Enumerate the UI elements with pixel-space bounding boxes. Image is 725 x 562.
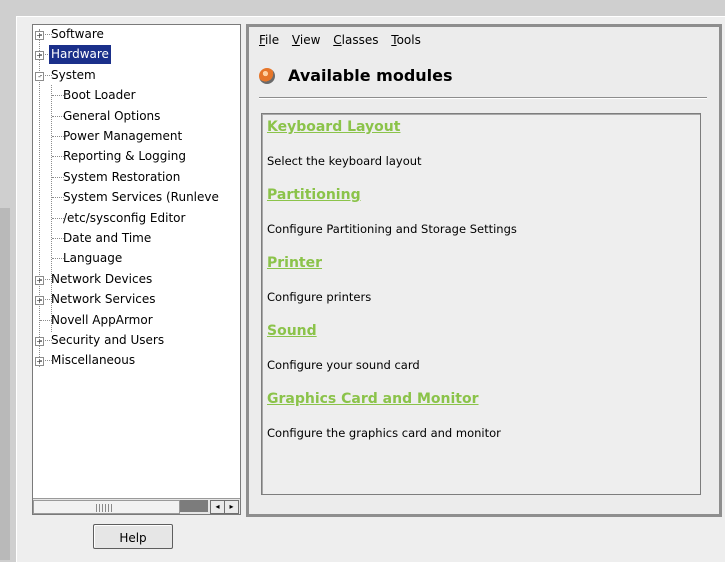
module-category-tree[interactable]: + Software + Hardware - System Boot Loader Gene… [32, 24, 241, 515]
module-entry: Graphics Card and Monitor Configure the g… [267, 391, 501, 440]
tree-item-label: Miscellaneous [51, 353, 136, 368]
tree-item-power-management[interactable]: Power Management [33, 127, 240, 146]
scrollbar-grip[interactable] [96, 504, 114, 512]
tree-item-label: Software [51, 27, 104, 41]
tree-item-software[interactable]: + Software [33, 25, 240, 44]
tree-item-date-and-time[interactable]: Date and Time [33, 229, 240, 248]
tree-item-network-services[interactable]: + Network Services [33, 290, 240, 309]
tree-item-miscellaneous[interactable]: + Miscellaneous [33, 351, 240, 370]
tree-item-hardware[interactable]: + Hardware [33, 45, 240, 65]
tree-item-label: System Services (Runleve [63, 190, 219, 205]
tree-item-label: Security and Users [51, 333, 165, 347]
module-entry: Sound Configure your sound card [267, 323, 420, 372]
module-link[interactable]: Printer [267, 255, 371, 271]
tree-item-general-options[interactable]: General Options [33, 107, 240, 126]
module-link[interactable]: Graphics Card and Monitor [267, 391, 501, 407]
tree-item-label: Hardware [49, 45, 111, 65]
tree-item-language[interactable]: Language [33, 249, 240, 268]
module-link[interactable]: Keyboard Layout [267, 119, 422, 135]
tree-item-label: Novell AppArmor [51, 312, 153, 327]
scrollbar-thumb[interactable] [180, 500, 208, 512]
expand-icon[interactable]: + [35, 337, 44, 346]
tree-item-reporting-logging[interactable]: Reporting & Logging [33, 147, 240, 166]
module-entry: Keyboard Layout Select the keyboard layou… [267, 119, 422, 168]
scroll-right-arrow-icon[interactable]: ▸ [224, 500, 239, 514]
scrollbar-track[interactable] [33, 500, 180, 514]
collapse-icon[interactable]: - [35, 71, 44, 81]
module-description: Configure Partitioning and Storage Setti… [267, 222, 517, 236]
module-description: Configure the graphics card and monitor [267, 426, 501, 440]
menu-classes[interactable]: Classes [333, 33, 378, 47]
tree-item-label: Reporting & Logging [63, 149, 186, 164]
module-entry: Printer Configure printers [267, 255, 371, 304]
scroll-left-arrow-icon[interactable]: ◂ [210, 500, 225, 514]
tree-item-label: /etc/sysconfig Editor [63, 210, 186, 225]
tree-item-label: Boot Loader [63, 88, 136, 103]
module-description: Configure your sound card [267, 358, 420, 372]
tree-item-label: Network Services [51, 292, 156, 307]
module-link[interactable]: Sound [267, 323, 420, 339]
tree-item-label: System Restoration [63, 169, 181, 184]
horizontal-scrollbar[interactable]: ◂ ▸ [33, 498, 240, 514]
module-entry: Partitioning Configure Partitioning and S… [267, 187, 517, 236]
menu-view[interactable]: View [292, 33, 320, 47]
tree-item-label: Network Devices [51, 271, 153, 286]
menu-bar: File View Classes Tools [259, 33, 430, 51]
tree-item-label: System [51, 67, 96, 82]
module-link[interactable]: Partitioning [267, 187, 517, 203]
tree-item-network-devices[interactable]: + Network Devices [33, 270, 240, 289]
tree-item-system-services-runleve[interactable]: System Services (Runleve [33, 188, 240, 207]
module-description: Configure printers [267, 290, 372, 304]
help-button[interactable]: Help [93, 524, 173, 549]
expand-icon[interactable]: + [35, 357, 44, 367]
tree-item-label: Language [63, 251, 123, 266]
tree-item-label: General Options [63, 108, 161, 123]
tree-item-system-restoration[interactable]: System Restoration [33, 168, 240, 187]
tree-item-boot-loader[interactable]: Boot Loader [33, 86, 240, 105]
tree-item-label: Date and Time [63, 231, 152, 245]
tree-item-security-and-users[interactable]: + Security and Users [33, 331, 240, 350]
tree-item-system[interactable]: - System [33, 66, 240, 85]
background-panel [0, 208, 10, 560]
menu-tools[interactable]: Tools [391, 33, 421, 47]
modules-panel: File View Classes Tools Available module… [246, 24, 722, 517]
expand-icon[interactable]: + [35, 296, 44, 306]
expand-icon[interactable]: + [35, 275, 44, 285]
yast-icon [259, 68, 275, 84]
module-description: Select the keyboard layout [267, 154, 422, 168]
tree-item-etc-sysconfig-editor[interactable]: /etc/sysconfig Editor [33, 209, 240, 228]
tree-item-novell-apparmor[interactable]: Novell AppArmor [33, 311, 240, 330]
menu-file[interactable]: File [259, 33, 279, 47]
header-divider [259, 97, 707, 99]
page-title: Available modules [288, 66, 453, 85]
module-list: Keyboard Layout Select the keyboard layou… [261, 113, 701, 495]
tree-item-label: Power Management [63, 129, 183, 143]
expand-icon[interactable]: + [35, 51, 44, 61]
tree-content: + Software + Hardware - System Boot Loader Gene… [33, 25, 240, 498]
expand-icon[interactable]: + [35, 31, 44, 40]
